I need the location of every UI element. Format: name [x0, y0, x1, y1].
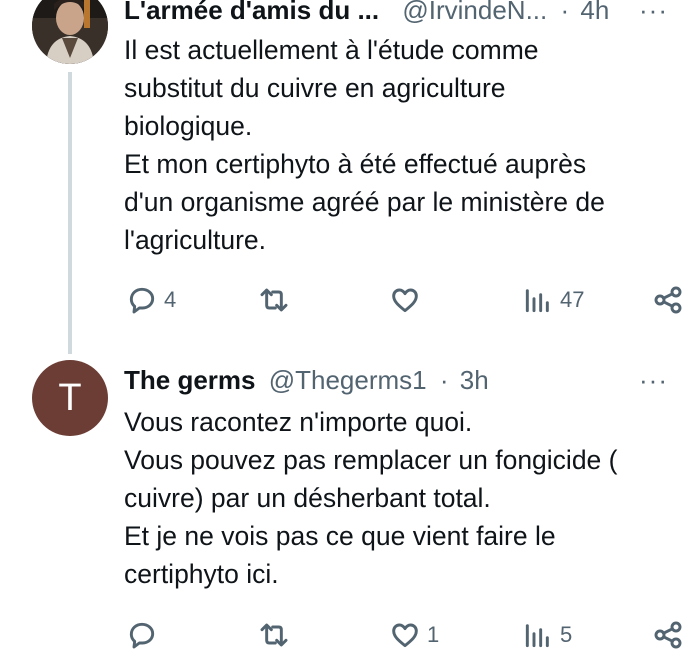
views-button[interactable]: 47	[522, 280, 584, 320]
timestamp[interactable]: 4h	[580, 0, 609, 25]
author-name[interactable]: The germs	[124, 365, 256, 395]
view-count: 47	[560, 287, 585, 312]
author-handle[interactable]: @IrvindeN...	[402, 0, 547, 25]
retweet-icon	[260, 623, 288, 647]
heart-icon	[392, 623, 418, 648]
like-button[interactable]	[389, 280, 427, 320]
timestamp[interactable]: 3h	[460, 365, 489, 395]
view-count: 5	[560, 622, 573, 647]
separator-dot: ·	[560, 0, 570, 25]
like-button[interactable]: 1	[389, 615, 439, 655]
reply-count: 4	[164, 287, 177, 312]
share-button[interactable]	[652, 615, 684, 655]
retweet-button[interactable]	[258, 280, 296, 320]
more-options-icon[interactable]: ···	[639, 0, 668, 30]
views-icon	[525, 289, 549, 313]
action-bar: 1 5	[0, 615, 700, 655]
separator-dot: ·	[439, 365, 449, 395]
tweet-2[interactable]: T The germs @Thegerms1 · 3h ··· Vous rac…	[0, 350, 700, 669]
heart-icon	[392, 288, 418, 313]
reply-icon	[129, 622, 155, 649]
views-icon	[525, 624, 549, 648]
tweet-text: Vous racontez n'importe quoi. Vous pouve…	[124, 407, 618, 589]
avatar-photo-icon	[32, 0, 108, 64]
avatar[interactable]	[32, 0, 108, 64]
share-icon	[654, 621, 682, 649]
share-button[interactable]	[652, 280, 684, 320]
reply-button[interactable]	[126, 615, 164, 655]
author-name[interactable]: L'armée d'amis du ...	[124, 0, 379, 25]
action-bar: 4 47	[0, 280, 700, 320]
avatar-letter: T	[58, 377, 82, 419]
tweet-header: The germs @Thegerms1 · 3h ···	[124, 360, 684, 400]
author-handle[interactable]: @Thegerms1	[269, 365, 427, 395]
reply-button[interactable]: 4	[126, 280, 176, 320]
views-button[interactable]: 5	[522, 615, 572, 655]
more-options-icon[interactable]: ···	[639, 360, 668, 400]
tweet-1[interactable]: L'armée d'amis du ... @IrvindeN... · 4h …	[0, 0, 700, 354]
tweet-text: Il est actuellement à l'étude comme subs…	[124, 35, 605, 255]
reply-icon	[129, 287, 155, 314]
share-icon	[654, 286, 682, 314]
tweet-header: L'armée d'amis du ... @IrvindeN... · 4h …	[124, 0, 684, 30]
avatar[interactable]: T	[32, 360, 108, 436]
like-count: 1	[427, 622, 440, 647]
retweet-icon	[260, 288, 288, 312]
retweet-button[interactable]	[258, 615, 296, 655]
